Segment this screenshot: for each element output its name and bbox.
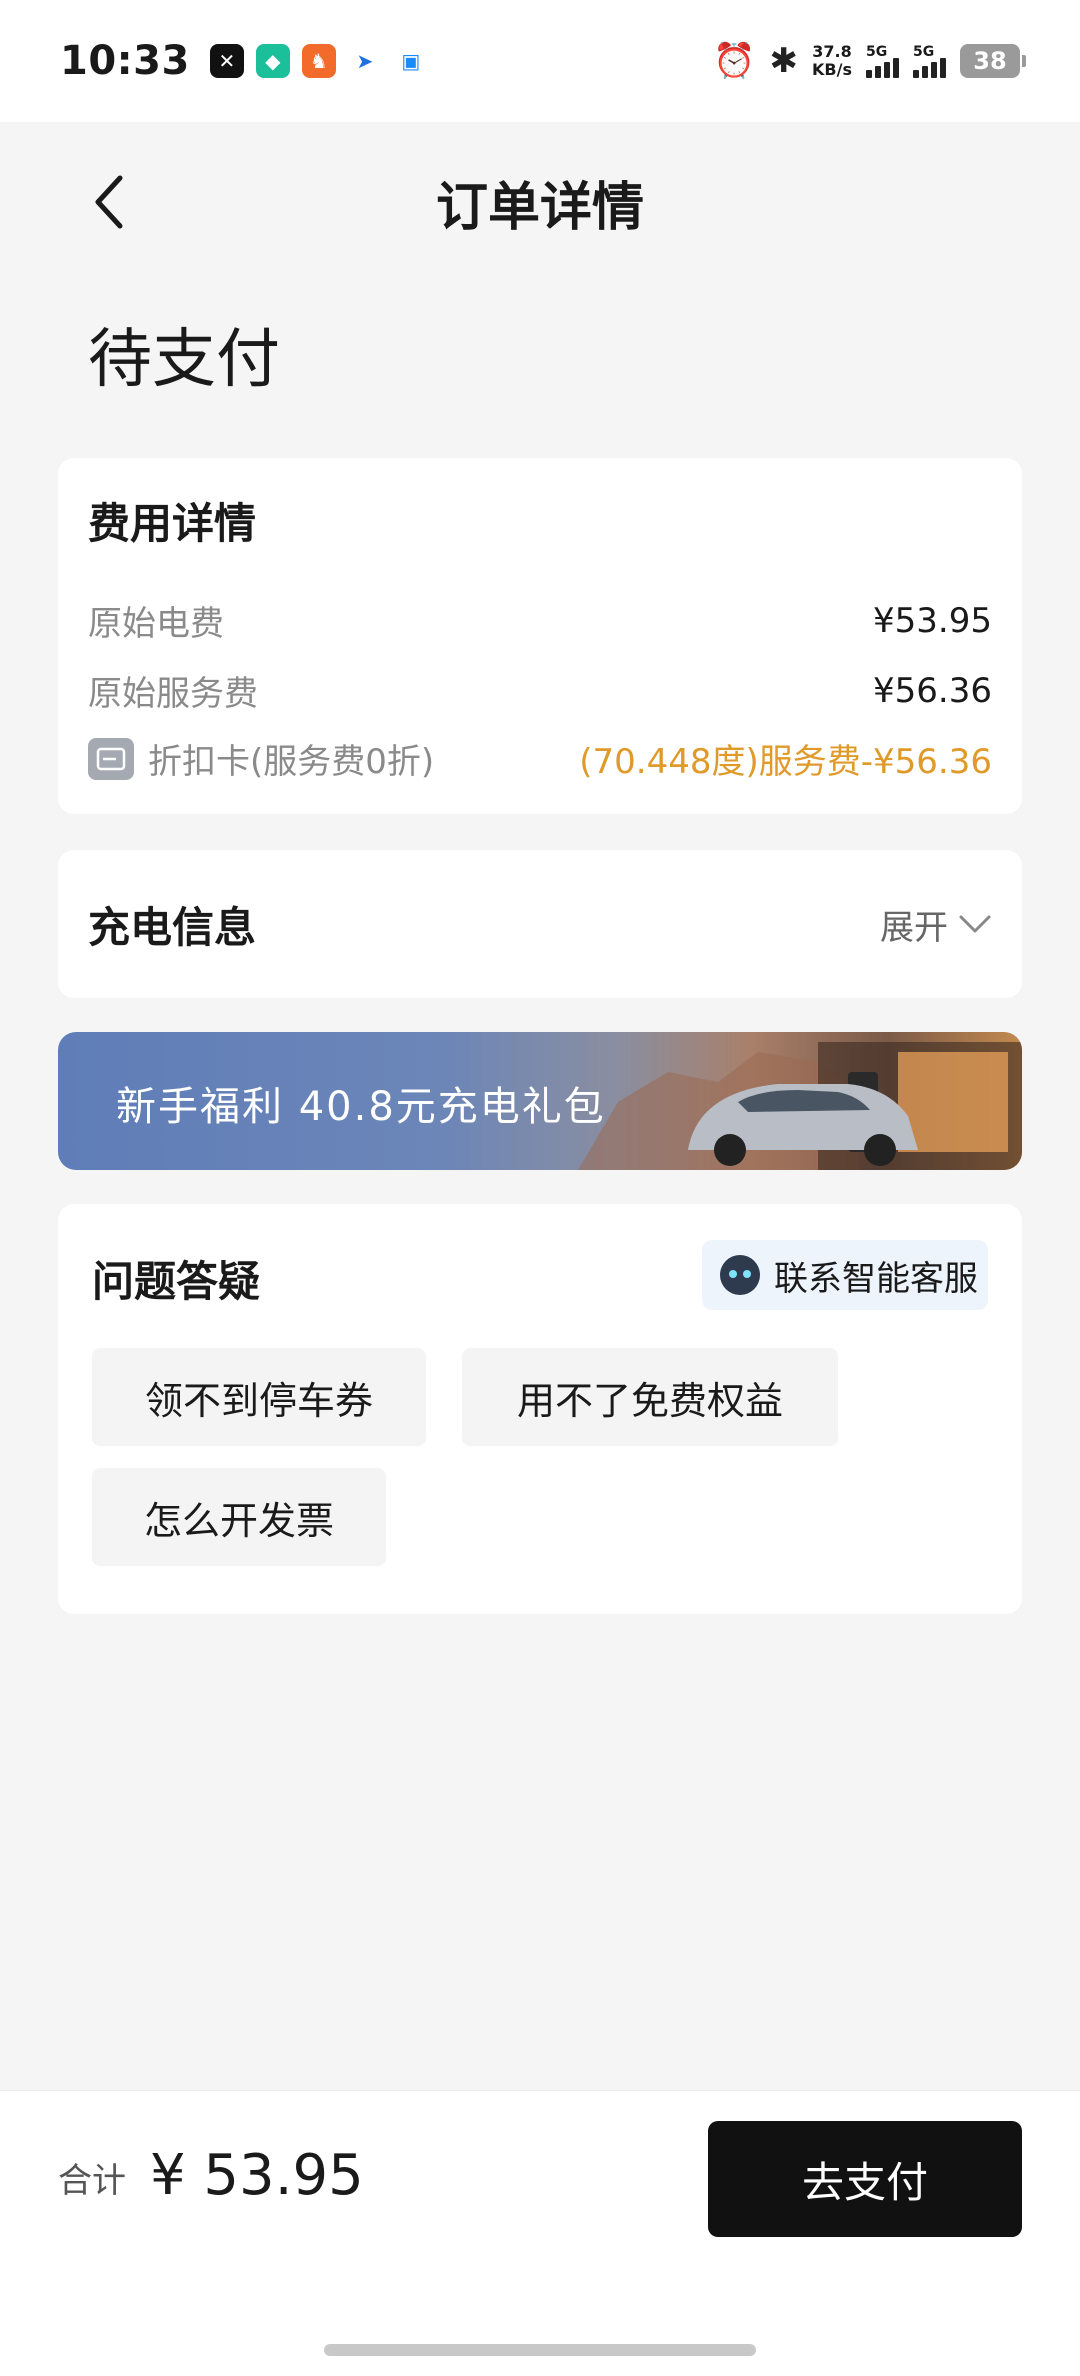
expand-button[interactable]: 展开 [880, 900, 992, 949]
fee-value: ¥53.95 [873, 600, 992, 641]
bluetooth-icon: ✱ [769, 41, 799, 81]
order-status: 待支付 [88, 323, 280, 397]
faq-chip[interactable]: 领不到停车券 [92, 1348, 426, 1446]
status-bar: 10:33 ✕ ◆ ♞ ➤ ▣ ⏰ ✱ 37.8 KB/s 5G 5G 38 [0, 0, 1080, 122]
x-app-icon: ✕ [209, 44, 244, 78]
sim2-label: 5G [913, 44, 935, 60]
faq-title: 问题答疑 [92, 1257, 261, 1306]
faq-chip[interactable]: 用不了免费权益 [462, 1348, 838, 1446]
chevron-left-icon [95, 175, 123, 229]
squirrel-app-icon: ♞ [301, 44, 336, 78]
charging-info-card: 充电信息 展开 [58, 850, 1022, 998]
fee-value: ¥56.36 [873, 670, 992, 711]
home-indicator[interactable] [324, 2344, 756, 2356]
battery-level: 38 [973, 47, 1007, 75]
faq-card: 问题答疑 联系智能客服 领不到停车券 用不了免费权益 怎么开发票 [58, 1204, 1022, 1614]
faq-chip[interactable]: 怎么开发票 [92, 1468, 386, 1566]
discount-label: 折扣卡(服务费0折) [148, 742, 435, 782]
pay-button-label: 去支付 [801, 2157, 928, 2207]
fee-details-card: 费用详情 原始电费 ¥53.95 原始服务费 ¥56.36 折扣卡(服务费0折)… [58, 458, 1022, 814]
total-amount: ¥ 53.95 [150, 2143, 364, 2208]
faq-chip-label: 领不到停车券 [144, 1378, 373, 1423]
faq-chip-label: 怎么开发票 [143, 1498, 334, 1543]
promo-banner[interactable]: 新手福利 40.8元充电礼包 [58, 1032, 1022, 1170]
fee-label: 原始电费 [88, 604, 224, 644]
bottom-payment-bar: 合计 ¥ 53.95 去支付 [0, 2090, 1080, 2376]
faq-chip-label: 用不了免费权益 [516, 1378, 783, 1423]
network-speed: 37.8 KB/s [812, 43, 852, 79]
signal-icon: 5G [866, 44, 899, 78]
fee-row: 原始服务费 ¥56.36 [88, 666, 992, 715]
banner-text: 新手福利 40.8元充电礼包 [116, 1084, 606, 1130]
sim1-label: 5G [866, 44, 888, 60]
pay-button[interactable]: 去支付 [708, 2121, 1022, 2237]
navigation-bar: 订单详情 [0, 122, 1080, 282]
discount-value: (70.448度)服务费-¥56.36 [579, 742, 992, 782]
netspeed-value: 37.8 [812, 42, 852, 61]
notification-icons: ✕ ◆ ♞ ➤ ▣ [209, 44, 428, 78]
status-time: 10:33 [60, 38, 190, 84]
expand-label: 展开 [880, 907, 948, 948]
discount-card-icon [88, 737, 134, 780]
page-title: 订单详情 [435, 177, 644, 238]
fee-row: 原始电费 ¥53.95 [88, 596, 992, 645]
discount-row: 折扣卡(服务费0折) (70.448度)服务费-¥56.36 [88, 734, 992, 783]
robot-icon [720, 1255, 760, 1295]
netspeed-unit: KB/s [812, 60, 852, 79]
charging-info-title: 充电信息 [88, 902, 257, 952]
fee-details-title: 费用详情 [88, 499, 257, 548]
battery-icon: 38 [960, 44, 1026, 78]
back-button[interactable] [80, 172, 140, 232]
chevron-down-icon [959, 915, 991, 933]
alarm-icon: ⏰ [713, 41, 756, 81]
total-label: 合计 [58, 2161, 126, 2201]
chat-app-icon: ▣ [393, 44, 428, 78]
fee-label: 原始服务费 [88, 674, 258, 714]
contact-support-button[interactable]: 联系智能客服 [702, 1240, 988, 1310]
signal-icon: 5G [913, 44, 946, 78]
bird-app-icon: ➤ [347, 44, 382, 78]
shield-app-icon: ◆ [255, 44, 290, 78]
support-label: 联系智能客服 [774, 1258, 978, 1299]
